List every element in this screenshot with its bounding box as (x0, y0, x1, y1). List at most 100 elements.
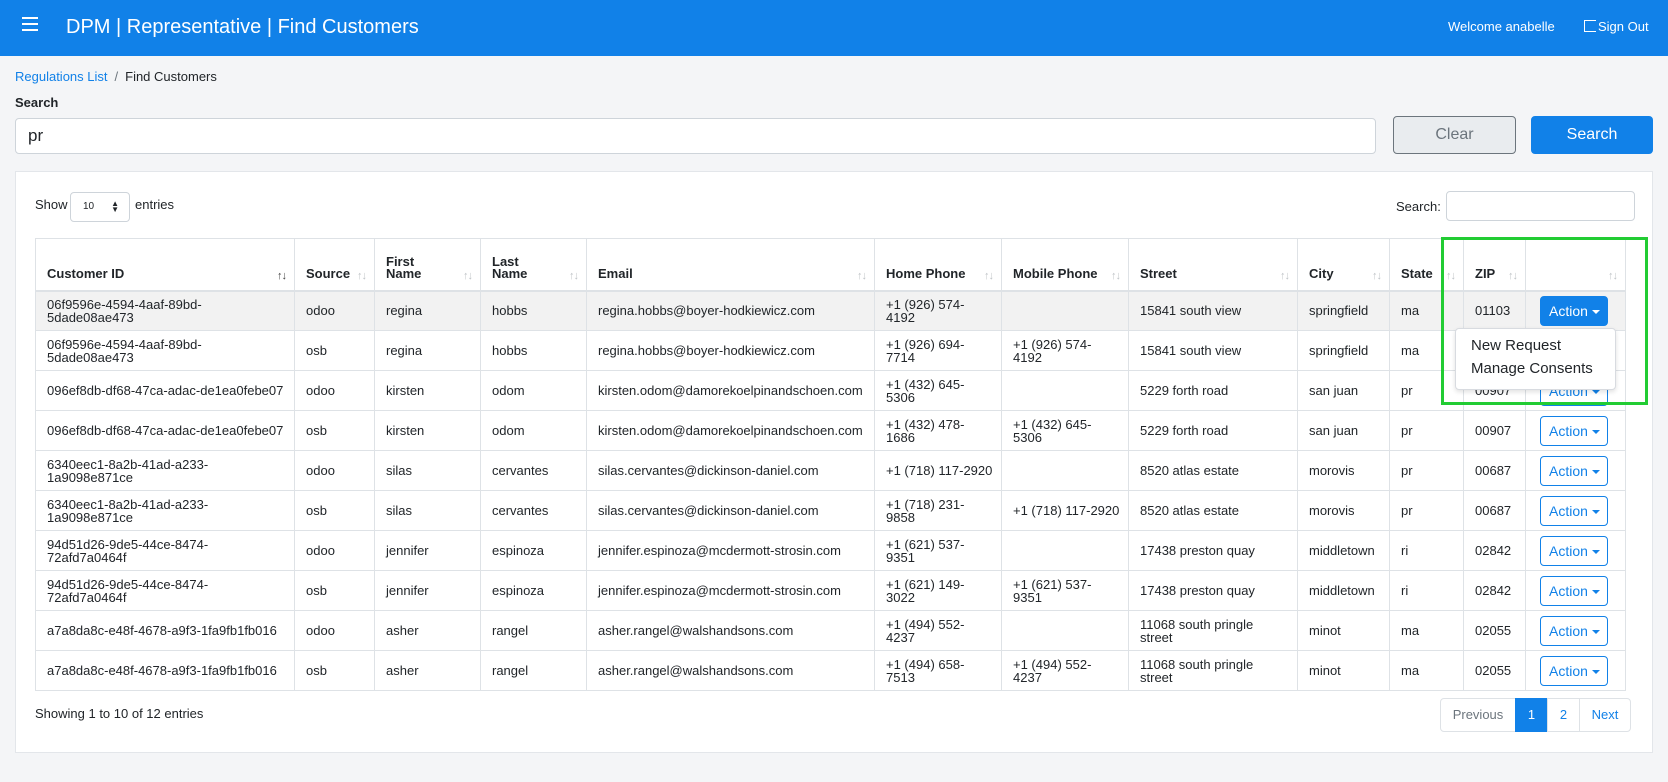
table-cell: +1 (926) 694-7714 (874, 330, 1002, 371)
table-cell (1001, 610, 1129, 651)
caret-down-icon (1591, 629, 1600, 634)
table-row: 6340eec1-8a2b-41ad-a233-1a9098e871ce osb s… (35, 490, 1626, 531)
table-cell: 11068 south pringle street (1128, 610, 1298, 651)
action-cell: Action (1525, 290, 1626, 331)
column-header-8[interactable]: City ↑↓ (1297, 238, 1390, 292)
customer-search-input[interactable] (15, 118, 1376, 154)
entries-length-select[interactable]: 10 ▲ ▼ (70, 192, 130, 222)
column-header-label: Street (1140, 265, 1177, 281)
pagination: Previous 1 2 Next (1440, 698, 1631, 732)
table-cell: +1 (432) 645-5306 (1001, 410, 1129, 451)
table-cell: jennifer.espinoza@mcdermott-strosin.com (586, 530, 875, 571)
column-header-3[interactable]: Last Name ↑↓ (480, 238, 587, 292)
column-header-7[interactable]: Street ↑↓ (1128, 238, 1298, 292)
table-cell: jennifer (374, 530, 481, 571)
caret-down-icon (1591, 509, 1600, 514)
action-button[interactable]: Action (1540, 415, 1608, 446)
action-button[interactable]: Action (1540, 495, 1608, 526)
table-cell: +1 (494) 552-4237 (1001, 650, 1129, 691)
table-cell: silas.cervantes@dickinson-daniel.com (586, 450, 875, 491)
action-button-label: Action (1549, 502, 1588, 519)
table-filter-input[interactable] (1446, 191, 1635, 221)
column-header-0[interactable]: Customer ID ↑↓ (35, 238, 295, 292)
action-button[interactable]: Action (1540, 295, 1608, 326)
action-button[interactable]: Action (1540, 615, 1608, 646)
table-cell: silas (374, 450, 481, 491)
breadcrumb-separator: / (114, 69, 119, 84)
table-cell: pr (1389, 370, 1464, 411)
table-cell: asher.rangel@walshandsons.com (586, 610, 875, 651)
sign-out-link[interactable]: Sign Out (1584, 19, 1649, 34)
hamburger-icon[interactable] (22, 17, 38, 33)
table-cell: ma (1389, 330, 1464, 371)
table-cell: regina.hobbs@boyer-hodkiewicz.com (586, 290, 875, 331)
table-cell: 096ef8db-df68-47ca-adac-de1ea0febe07 (35, 410, 295, 451)
table-row: a7a8da8c-e48f-4678-a9f3-1fa9fb1fb016 odoo… (35, 610, 1626, 651)
breadcrumb-regulations-list[interactable]: Regulations List (15, 69, 108, 84)
table-cell: hobbs (480, 330, 587, 371)
welcome-text: Welcome anabelle (1448, 19, 1555, 34)
sort-icon: ↑↓ (1280, 269, 1290, 282)
table-cell: 17438 preston quay (1128, 530, 1298, 571)
table-cell (1001, 530, 1129, 571)
sort-icon: ↑↓ (463, 269, 473, 282)
column-header-5[interactable]: Home Phone ↑↓ (874, 238, 1002, 292)
table-cell: kirsten (374, 370, 481, 411)
table-cell: rangel (480, 650, 587, 691)
table-cell: 096ef8db-df68-47ca-adac-de1ea0febe07 (35, 370, 295, 411)
table-cell: odoo (294, 370, 375, 411)
sort-icon: ↑↓ (357, 269, 367, 282)
action-button[interactable]: Action (1540, 575, 1608, 606)
pagination-next[interactable]: Next (1579, 698, 1631, 732)
menu-item-manage-consents[interactable]: Manage Consents (1471, 360, 1593, 377)
column-header-2[interactable]: First Name ↑↓ (374, 238, 481, 292)
action-button-label: Action (1549, 422, 1588, 439)
table-cell (1001, 290, 1129, 331)
table-cell: 6340eec1-8a2b-41ad-a233-1a9098e871ce (35, 450, 295, 491)
table-cell: regina.hobbs@boyer-hodkiewicz.com (586, 330, 875, 371)
table-row: 94d51d26-9de5-44ce-8474-72afd7a0464f odoo… (35, 530, 1626, 571)
column-header-4[interactable]: Email ↑↓ (586, 238, 875, 292)
action-button[interactable]: Action (1540, 655, 1608, 686)
pagination-page-1[interactable]: 1 (1515, 698, 1548, 732)
table-cell: kirsten.odom@damorekoelpinandschoen.com (586, 410, 875, 451)
column-header-label: Source (306, 265, 351, 281)
table-cell: +1 (432) 478-1686 (874, 410, 1002, 451)
table-cell: rangel (480, 610, 587, 651)
caret-down-icon (1591, 549, 1600, 554)
column-header-10[interactable]: ZIP ↑↓ (1463, 238, 1526, 292)
table-cell: silas (374, 490, 481, 531)
column-header-label: First Name (386, 253, 422, 281)
pagination-previous[interactable]: Previous (1440, 698, 1516, 732)
pagination-page-2[interactable]: 2 (1547, 698, 1580, 732)
menu-item-new-request[interactable]: New Request (1471, 337, 1561, 354)
clear-button[interactable]: Clear (1393, 116, 1516, 154)
table-cell: 01103 (1463, 290, 1526, 331)
show-label: Show (35, 197, 68, 212)
table-cell: middletown (1297, 530, 1390, 571)
table-cell: springfield (1297, 330, 1390, 371)
table-cell: 15841 south view (1128, 290, 1298, 331)
table-cell: 15841 south view (1128, 330, 1298, 371)
table-cell: 02055 (1463, 610, 1526, 651)
table-cell: ri (1389, 570, 1464, 611)
table-cell: pr (1389, 490, 1464, 531)
table-cell: asher (374, 610, 481, 651)
column-header-6[interactable]: Mobile Phone ↑↓ (1001, 238, 1129, 292)
action-button[interactable]: Action (1540, 455, 1608, 486)
action-button[interactable]: Action (1540, 535, 1608, 566)
column-header-label: Email (598, 265, 633, 281)
table-cell: jennifer (374, 570, 481, 611)
column-header-9[interactable]: State ↑↓ (1389, 238, 1464, 292)
table-cell: san juan (1297, 370, 1390, 411)
table-cell (1001, 450, 1129, 491)
column-header-1[interactable]: Source ↑↓ (294, 238, 375, 292)
search-button[interactable]: Search (1531, 116, 1653, 154)
table-cell: +1 (718) 231-9858 (874, 490, 1002, 531)
sort-icon: ↑↓ (1508, 269, 1518, 282)
search-label: Search (15, 95, 59, 110)
sort-icon: ↑↓ (984, 269, 994, 282)
table-cell: 00687 (1463, 490, 1526, 531)
table-cell: 5229 forth road (1128, 370, 1298, 411)
column-header-11[interactable]: ↑↓ (1525, 238, 1626, 292)
